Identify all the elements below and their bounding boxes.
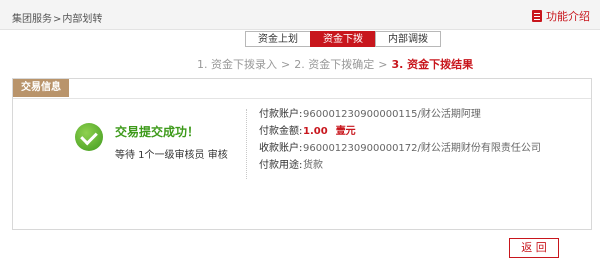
- detail-value: 960001230900000172/财公活期财份有限责任公司: [303, 143, 541, 154]
- breadcrumb: 集团服务>内部划转: [12, 10, 102, 25]
- success-check-icon: [75, 123, 103, 151]
- function-intro-link[interactable]: 功能介绍: [532, 8, 590, 24]
- detail-label: 付款用途:: [259, 160, 303, 171]
- panel-header: 交易信息: [13, 79, 591, 99]
- tab-fund-collection[interactable]: 资金上划: [245, 31, 311, 47]
- step-indicator: 1. 资金下拨录入 >2. 资金下拨确定 >3. 资金下拨结果: [197, 56, 473, 72]
- detail-value: 960001230900000115/财公活期阿理: [303, 109, 481, 120]
- panel-tag: 交易信息: [13, 79, 69, 97]
- success-subtitle: 等待 1个一级审核员 审核: [115, 150, 228, 161]
- function-intro-label: 功能介绍: [546, 10, 590, 23]
- back-button[interactable]: 返 回: [509, 238, 559, 258]
- transaction-details: 付款账户: 960001230900000115/财公活期阿理 付款金额: 1.…: [259, 106, 541, 174]
- detail-label: 收款账户:: [259, 143, 303, 154]
- step-arrow: >: [378, 58, 388, 71]
- breadcrumb-separator: >: [53, 14, 62, 25]
- transaction-info-panel: 交易信息 交易提交成功！ 等待 1个一级审核员 审核 付款账户: 9600012…: [12, 78, 592, 230]
- detail-label: 付款账户:: [259, 109, 303, 120]
- document-icon: [532, 10, 542, 22]
- step-arrow: >: [281, 58, 291, 71]
- detail-row-payee-account: 收款账户: 960001230900000172/财公活期财份有限责任公司: [259, 140, 541, 157]
- vertical-divider: [246, 109, 247, 179]
- success-message: 交易提交成功！ 等待 1个一级审核员 审核: [75, 123, 228, 161]
- amount-chinese: 壹元: [335, 126, 356, 137]
- detail-value: 货款: [303, 160, 323, 171]
- success-title: 交易提交成功！: [115, 125, 200, 139]
- amount-number: 1.00: [303, 126, 328, 137]
- step-2: 2. 资金下拨确定: [294, 58, 375, 71]
- detail-label: 付款金额:: [259, 126, 303, 137]
- step-1: 1. 资金下拨录入: [197, 58, 277, 71]
- breadcrumb-item-group-service[interactable]: 集团服务: [12, 14, 52, 25]
- tab-fund-allocation[interactable]: 资金下拨: [310, 31, 376, 47]
- detail-row-amount: 付款金额: 1.00 壹元: [259, 123, 541, 140]
- breadcrumb-item-internal-transfer: 内部划转: [62, 14, 103, 25]
- tab-internal-transfer[interactable]: 内部调拨: [375, 31, 441, 47]
- amount-value: 1.00 壹元: [303, 123, 356, 140]
- step-3-current: 3. 资金下拨结果: [391, 58, 474, 71]
- top-bar: 集团服务>内部划转 功能介绍: [0, 0, 600, 30]
- tab-bar: 资金上划 资金下拨 内部调拨: [245, 31, 441, 47]
- detail-row-payer-account: 付款账户: 960001230900000115/财公活期阿理: [259, 106, 541, 123]
- detail-row-purpose: 付款用途: 货款: [259, 157, 541, 174]
